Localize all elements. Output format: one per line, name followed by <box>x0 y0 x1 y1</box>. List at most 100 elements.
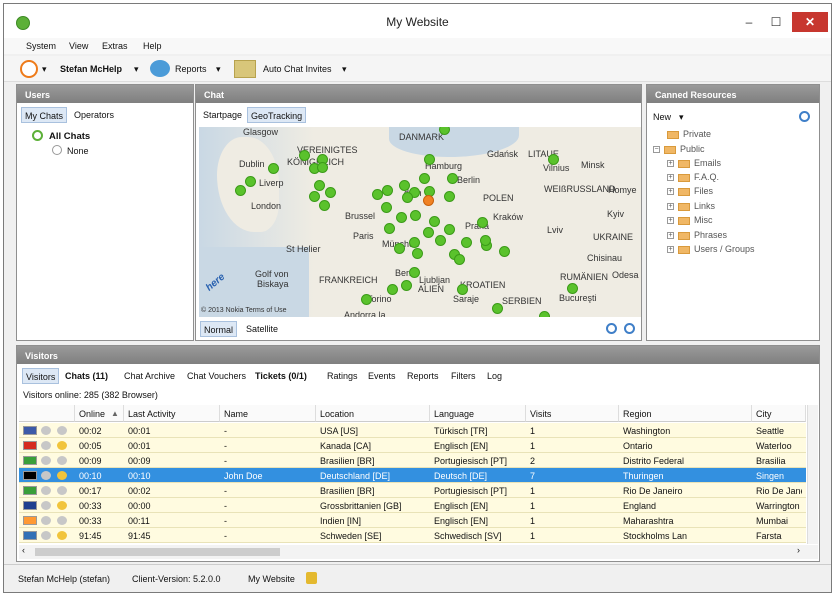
reports-button[interactable]: Reports <box>175 64 207 74</box>
sort-ascending-icon[interactable]: ▲ <box>111 409 119 418</box>
visitor-marker[interactable] <box>461 237 472 248</box>
table-row[interactable]: 00:02 00:01 - USA [US] Türkisch [TR] 1 Washing… <box>19 423 806 438</box>
visitor-marker[interactable] <box>419 173 430 184</box>
tree-files[interactable]: + Files <box>667 186 713 196</box>
map-mode-satellite[interactable]: Satellite <box>243 321 281 337</box>
visitor-marker[interactable] <box>567 283 578 294</box>
user-menu-button[interactable]: Stefan McHelp <box>60 64 122 74</box>
visitor-marker[interactable] <box>539 311 550 317</box>
visitor-marker[interactable] <box>447 173 458 184</box>
column-header-visits[interactable]: Visits <box>526 405 619 422</box>
visitor-marker[interactable] <box>409 267 420 278</box>
chat-status-icon[interactable] <box>41 441 51 450</box>
invite-icon[interactable] <box>57 426 67 435</box>
menu-help[interactable]: Help <box>143 41 162 51</box>
tree-public[interactable]: − Public <box>653 144 705 154</box>
column-header-last-activity[interactable]: Last Activity <box>124 405 220 422</box>
visitor-marker[interactable] <box>314 180 325 191</box>
tree-users-groups[interactable]: + Users / Groups <box>667 244 755 254</box>
expand-icon[interactable]: + <box>667 203 674 211</box>
visitor-marker[interactable] <box>361 294 372 305</box>
expand-icon[interactable]: + <box>667 188 674 196</box>
table-row[interactable]: 00:05 00:01 - Kanada [CA] Englisch [EN] 1 Onta… <box>19 438 806 453</box>
auto-chat-button[interactable]: Auto Chat Invites <box>263 64 332 74</box>
tab-startpage[interactable]: Startpage <box>200 107 245 123</box>
visitor-marker[interactable] <box>548 154 559 165</box>
tab-chat-vouchers[interactable]: Chat Vouchers <box>184 368 249 384</box>
visitor-marker[interactable] <box>268 163 279 174</box>
new-dropdown-arrow-icon[interactable]: ▾ <box>679 112 684 123</box>
close-button[interactable]: ✕ <box>792 12 828 32</box>
table-row[interactable]: 00:17 00:02 - Brasilien [BR] Portugiesisch [… <box>19 483 806 498</box>
tree-phrases[interactable]: + Phrases <box>667 230 727 240</box>
invite-icon[interactable] <box>57 501 67 510</box>
chat-status-icon[interactable] <box>41 456 51 465</box>
dropdown-arrow-icon[interactable]: ▾ <box>134 64 139 75</box>
visitor-marker[interactable] <box>382 185 393 196</box>
expand-icon[interactable]: + <box>667 246 674 254</box>
menu-system[interactable]: System <box>26 41 56 51</box>
visitor-marker[interactable] <box>435 235 446 246</box>
chat-status-icon[interactable] <box>41 501 51 510</box>
expand-icon[interactable]: + <box>667 174 674 182</box>
chat-status-icon[interactable] <box>41 516 51 525</box>
table-row[interactable]: 00:33 00:11 - Indien [IN] Englisch [EN] 1 Maha… <box>19 513 806 528</box>
invite-icon[interactable] <box>57 486 67 495</box>
visitor-marker[interactable] <box>402 192 413 203</box>
tab-tickets[interactable]: Tickets (0/1) <box>252 368 310 384</box>
tab-operators[interactable]: Operators <box>71 107 117 123</box>
tab-events[interactable]: Events <box>365 368 399 384</box>
tab-my-chats[interactable]: My Chats <box>21 107 68 123</box>
new-button[interactable]: New <box>653 112 671 122</box>
tree-misc[interactable]: + Misc <box>667 215 713 225</box>
visitor-marker[interactable] <box>412 248 423 259</box>
visitor-marker[interactable] <box>410 210 421 221</box>
tree-links[interactable]: + Links <box>667 201 715 211</box>
visitor-marker[interactable] <box>423 227 434 238</box>
visitor-marker[interactable] <box>235 185 246 196</box>
visitor-marker[interactable] <box>384 223 395 234</box>
visitor-marker[interactable] <box>477 217 488 228</box>
column-header-location[interactable]: Location <box>316 405 430 422</box>
visitor-marker[interactable] <box>394 243 405 254</box>
visitor-marker[interactable] <box>492 303 503 314</box>
chat-status-icon[interactable] <box>41 426 51 435</box>
maximize-button[interactable]: ☐ <box>764 12 788 32</box>
visitor-marker[interactable] <box>429 216 440 227</box>
visitor-marker[interactable] <box>245 176 256 187</box>
visitor-marker[interactable] <box>299 150 310 161</box>
visitor-marker[interactable] <box>457 284 468 295</box>
minimize-button[interactable]: – <box>737 12 761 32</box>
column-header-region[interactable]: Region <box>619 405 752 422</box>
visitor-marker[interactable] <box>444 191 455 202</box>
visitor-marker[interactable] <box>444 224 455 235</box>
tab-visitors[interactable]: Visitors <box>22 368 60 384</box>
tab-log[interactable]: Log <box>484 368 505 384</box>
column-header-language[interactable]: Language <box>430 405 526 422</box>
all-chats-node[interactable]: All Chats <box>49 131 90 142</box>
status-clock-icon[interactable] <box>20 60 38 78</box>
vertical-scrollbar[interactable] <box>807 405 818 544</box>
search-icon[interactable] <box>799 111 810 122</box>
horizontal-scrollbar[interactable]: ‹ › <box>19 545 818 559</box>
map-mode-normal[interactable]: Normal <box>200 321 238 337</box>
tab-chats[interactable]: Chats (11) <box>62 368 111 384</box>
zoom-in-icon[interactable] <box>606 323 617 334</box>
invite-icon[interactable] <box>57 516 67 525</box>
visitor-marker[interactable] <box>499 246 510 257</box>
invite-icon[interactable] <box>57 531 67 540</box>
tab-chat-archive[interactable]: Chat Archive <box>121 368 178 384</box>
expand-icon[interactable]: + <box>667 217 674 225</box>
chat-status-icon[interactable] <box>41 486 51 495</box>
visitor-marker[interactable] <box>409 237 420 248</box>
map-copyright[interactable]: © 2013 Nokia Terms of Use <box>201 307 287 314</box>
column-header-name[interactable]: Name <box>220 405 316 422</box>
visitor-marker[interactable] <box>317 162 328 173</box>
collapse-icon[interactable]: − <box>653 146 660 154</box>
zoom-out-icon[interactable] <box>624 323 635 334</box>
tree-private[interactable]: Private <box>667 129 711 139</box>
chat-status-icon[interactable] <box>41 471 51 480</box>
visitor-marker[interactable] <box>399 180 410 191</box>
tab-ratings[interactable]: Ratings <box>324 368 361 384</box>
expand-icon[interactable]: + <box>667 160 674 168</box>
